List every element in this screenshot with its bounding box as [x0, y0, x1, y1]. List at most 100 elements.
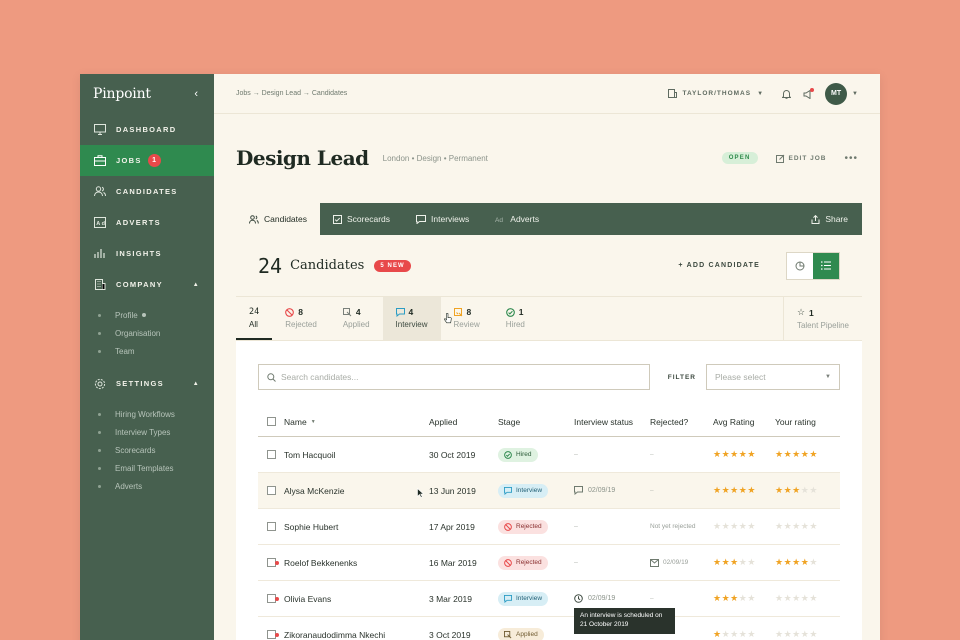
caret-up-icon[interactable]: ▲	[193, 282, 200, 288]
stage-all[interactable]: 24 All	[236, 297, 273, 340]
candidates-card: Candidates Scorecards Interviews Ad Adve…	[236, 203, 862, 640]
caret-up-icon[interactable]: ▲	[193, 381, 200, 387]
your-rating-stars[interactable]: ★★★★★	[775, 521, 818, 531]
filter-placeholder: Please select	[715, 372, 766, 382]
tab-candidates[interactable]: Candidates	[236, 203, 321, 235]
your-rating-stars[interactable]: ★★★★★	[775, 485, 818, 495]
row-checkbox[interactable]	[267, 450, 276, 459]
edit-job-button[interactable]: EDIT JOB	[775, 154, 827, 163]
row-checkbox[interactable]	[267, 522, 276, 531]
column-header-applied[interactable]: Applied	[429, 417, 498, 427]
submenu-item-hiring-workflows[interactable]: Hiring Workflows	[80, 405, 214, 423]
select-all-checkbox[interactable]	[267, 417, 276, 426]
applied-date-cell: 13 Jun 2019	[417, 485, 498, 498]
sidebar-item-label: JOBS	[116, 156, 142, 165]
candidate-name[interactable]: Roelof Bekkenenks	[284, 558, 357, 568]
candidate-name[interactable]: Zikoranaudodimma Nkechi	[284, 630, 385, 640]
add-candidate-button[interactable]: + ADD CANDIDATE	[678, 262, 760, 269]
row-checkbox[interactable]	[267, 486, 276, 495]
stage-hired[interactable]: 1 Hired	[493, 297, 538, 340]
column-header-rejected[interactable]: Rejected?	[650, 417, 713, 427]
star-icon: ★	[747, 521, 756, 531]
sidebar-item-adverts[interactable]: Ad ADVERTS	[80, 207, 214, 238]
column-header-name[interactable]: Name ▼	[284, 417, 429, 427]
pie-view-icon[interactable]	[787, 252, 813, 279]
megaphone-icon[interactable]	[803, 87, 815, 99]
tab-adverts[interactable]: Ad Adverts	[482, 203, 552, 235]
your-rating-stars[interactable]: ★★★★★	[775, 593, 818, 603]
breadcrumb[interactable]: Jobs → Design Lead → Candidates	[236, 90, 347, 97]
sidebar: Pinpoint ‹ DASHBOARD JOBS 1 CANDIDATES A…	[80, 74, 214, 640]
star-icon: ★	[721, 629, 731, 639]
star-icon: ★	[783, 593, 793, 603]
filter-select[interactable]: Please select ▼	[706, 364, 840, 390]
stage-pill-label: Applied	[516, 631, 538, 638]
chat-icon	[395, 307, 405, 317]
applied-date: 13 Jun 2019	[429, 485, 476, 496]
stage-talent-pipeline[interactable]: ☆ 1 Talent Pipeline	[782, 297, 862, 340]
candidate-name[interactable]: Tom Hacquoil	[284, 450, 429, 460]
account-switcher[interactable]: TAYLOR/THOMAS ▼	[668, 89, 764, 98]
star-icon: ★	[730, 485, 739, 495]
table-row[interactable]: Tom Hacquoil 30 Oct 2019 Hired – – ★★★★★…	[258, 437, 840, 473]
sidebar-item-company[interactable]: COMPANY ▲	[80, 269, 214, 300]
your-rating-stars[interactable]: ★★★★★	[775, 629, 818, 639]
bullet-icon	[98, 448, 101, 452]
share-icon	[811, 214, 820, 224]
column-header-avg-rating[interactable]: Avg Rating	[713, 417, 775, 427]
table-row[interactable]: Olivia Evans 3 Mar 2019 Interview 02/09/…	[258, 581, 840, 634]
stage-pill-label: Hired	[516, 451, 532, 458]
column-header-your-rating[interactable]: Your rating	[775, 417, 837, 427]
star-icon: ★	[792, 521, 801, 531]
submenu-item-profile[interactable]: Profile	[80, 306, 214, 324]
search-icon	[267, 372, 276, 382]
submenu-item-adverts[interactable]: Adverts	[80, 477, 214, 495]
your-rating-stars[interactable]: ★★★★★	[775, 557, 818, 567]
candidate-name[interactable]: Sophie Hubert	[284, 522, 429, 532]
sidebar-item-dashboard[interactable]: DASHBOARD	[80, 114, 214, 145]
stage-pill-label: Interview	[516, 595, 543, 602]
table-row[interactable]: Roelof Bekkenenks 16 Mar 2019 Rejected –…	[258, 545, 840, 581]
list-view-icon[interactable]	[813, 252, 839, 279]
avatar[interactable]: MT	[825, 82, 848, 105]
sidebar-item-settings[interactable]: SETTINGS ▲	[80, 368, 214, 399]
chat-icon	[504, 594, 512, 603]
submenu-item-scorecards[interactable]: Scorecards	[80, 441, 214, 459]
tab-scorecards[interactable]: Scorecards	[320, 203, 403, 235]
your-rating-stars[interactable]: ★★★★★	[775, 449, 818, 459]
column-header-stage[interactable]: Stage	[498, 417, 574, 427]
star-icon: ★	[809, 629, 818, 639]
stage-interview[interactable]: 4 Interview	[382, 297, 441, 340]
stage-rejected[interactable]: 8 Rejected	[272, 297, 330, 340]
share-button[interactable]: Share	[798, 203, 862, 235]
star-icon: ★	[721, 521, 731, 531]
stage-label: Rejected	[285, 320, 317, 329]
applied-date: 3 Mar 2019	[429, 593, 472, 604]
sidebar-item-jobs[interactable]: JOBS 1	[80, 145, 214, 176]
sidebar-item-candidates[interactable]: CANDIDATES	[80, 176, 214, 207]
stage-applied[interactable]: 4 Applied	[330, 297, 383, 340]
submenu-item-team[interactable]: Team	[80, 342, 214, 360]
table-row[interactable]: Zikoranaudodimma Nkechi 3 Oct 2019 Appli…	[258, 617, 840, 640]
column-header-interview-status[interactable]: Interview status	[574, 417, 650, 427]
table-row[interactable]: Alysa McKenzie 13 Jun 2019 Interview 02/…	[258, 473, 840, 509]
clock-icon[interactable]	[574, 594, 583, 603]
svg-text:Ad: Ad	[96, 221, 106, 227]
check-circle-icon	[505, 307, 515, 317]
candidate-name[interactable]: Alysa McKenzie	[284, 486, 429, 496]
search-placeholder: Search candidates...	[281, 372, 359, 382]
star-icon: ★	[775, 593, 784, 603]
submenu-item-organisation[interactable]: Organisation	[80, 324, 214, 342]
search-input[interactable]: Search candidates...	[258, 364, 650, 390]
bell-icon[interactable]	[782, 89, 792, 99]
star-icon: ★	[783, 521, 793, 531]
tab-interviews[interactable]: Interviews	[403, 203, 482, 235]
chevron-down-icon[interactable]: ▼	[852, 91, 858, 97]
more-options-icon[interactable]: •••	[844, 153, 858, 164]
table-row[interactable]: Sophie Hubert 17 Apr 2019 Rejected – Not…	[258, 509, 840, 545]
candidate-name[interactable]: Olivia Evans	[284, 594, 331, 604]
submenu-item-interview-types[interactable]: Interview Types	[80, 423, 214, 441]
sidebar-item-insights[interactable]: INSIGHTS	[80, 238, 214, 269]
submenu-item-email-templates[interactable]: Email Templates	[80, 459, 214, 477]
collapse-sidebar-icon[interactable]: ‹	[194, 88, 198, 100]
